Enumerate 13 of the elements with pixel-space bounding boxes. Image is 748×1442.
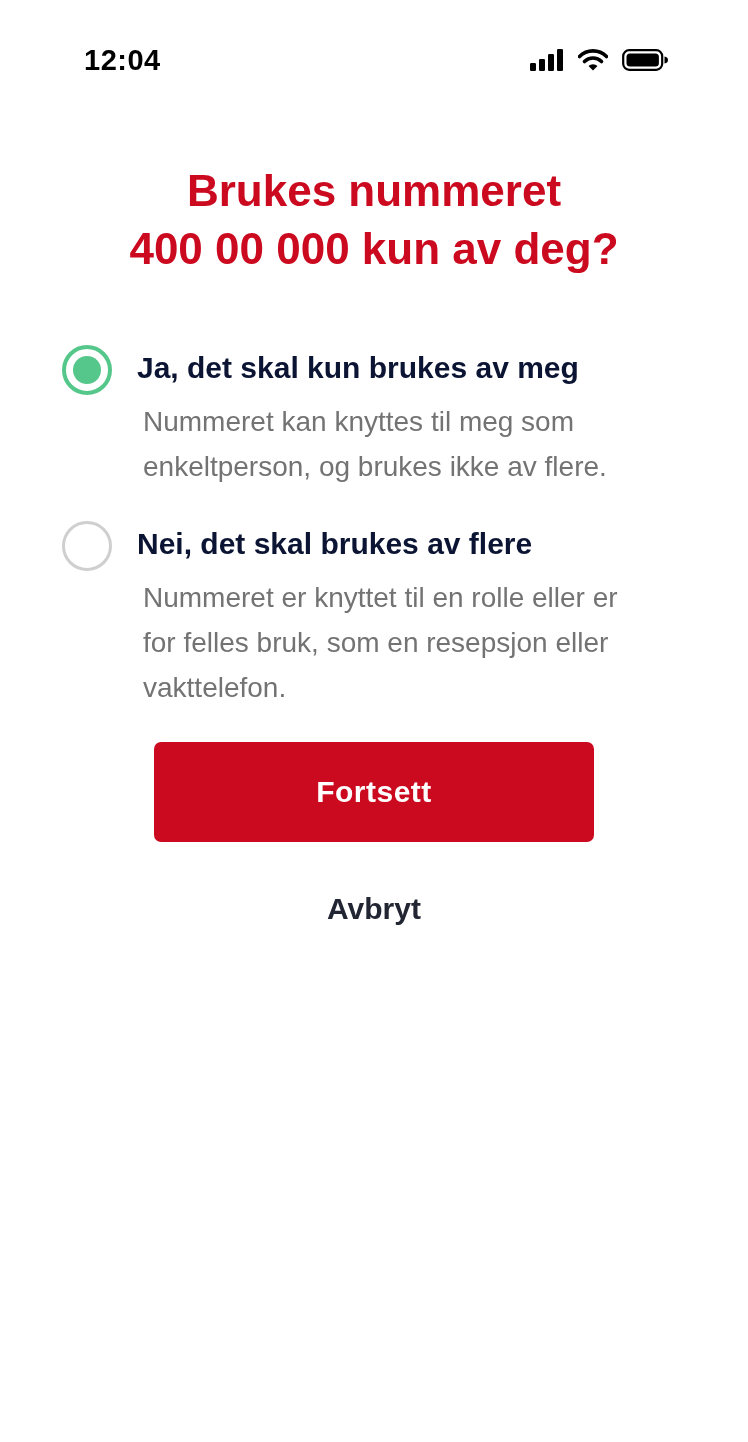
radio-button[interactable] [62,521,112,571]
signal-icon [530,49,564,71]
status-time: 12:04 [84,43,161,78]
battery-icon [622,49,668,71]
radio-button[interactable] [62,345,112,395]
option-label[interactable]: Ja, det skal kun brukes av meg [137,348,579,388]
continue-button[interactable]: Fortsett [154,742,594,842]
option-description: Nummeret er knyttet til en rolle eller er for felles bruk, som en resepsjon eller vakttelefon. [142,581,619,705]
page-title: Brukes nummeret 400 00 000 kun av deg? [129,165,619,275]
option-label[interactable]: Nei, det skal brukes av flere [137,524,533,564]
cancel-button[interactable]: Avbryt [323,889,425,929]
wifi-icon [578,49,608,71]
option-description: Nummeret kan knyttes til meg som enkeltperson, og brukes ikke av flere. [142,405,608,484]
